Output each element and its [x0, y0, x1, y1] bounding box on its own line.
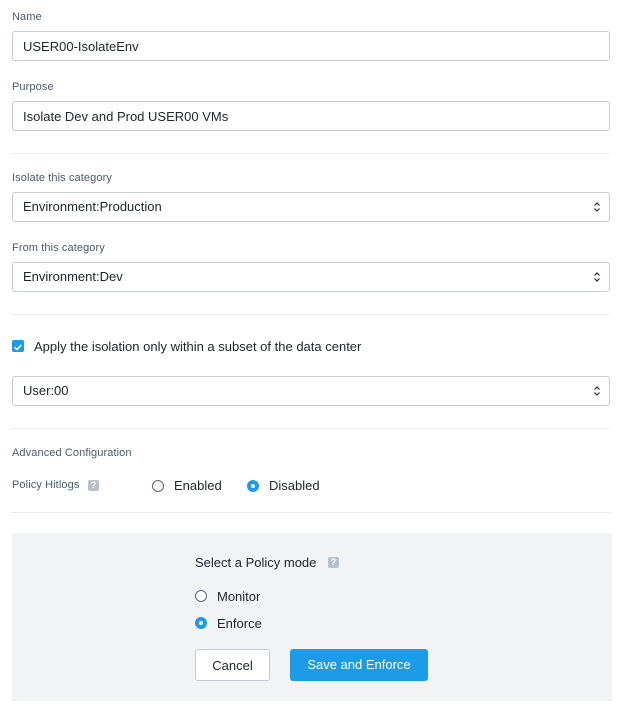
name-input[interactable] — [12, 31, 610, 61]
hitlogs-disabled-radio[interactable] — [247, 480, 259, 492]
from-category-value: Environment:Dev — [23, 269, 123, 284]
advanced-config-heading: Advanced Configuration — [12, 447, 132, 459]
name-label: Name — [12, 11, 42, 23]
updown-chevron-icon — [594, 202, 600, 212]
from-category-label: From this category — [12, 242, 105, 254]
purpose-input[interactable] — [12, 101, 610, 131]
updown-chevron-icon — [594, 272, 600, 282]
hitlogs-enabled-label: Enabled — [174, 478, 222, 493]
divider — [12, 314, 610, 315]
policy-mode-title: Select a Policy mode — [195, 555, 317, 570]
help-icon[interactable]: ? — [88, 480, 99, 491]
subset-value: User:00 — [23, 383, 69, 398]
isolate-category-label: Isolate this category — [12, 172, 112, 184]
enforce-radio[interactable] — [195, 617, 207, 629]
policy-hitlogs-label: Policy Hitlogs — [12, 479, 80, 491]
help-icon[interactable]: ? — [328, 557, 339, 568]
divider — [12, 512, 610, 513]
from-category-select[interactable]: Environment:Dev — [12, 262, 610, 292]
divider — [12, 428, 610, 429]
updown-chevron-icon — [594, 386, 600, 396]
subset-checkbox-label: Apply the isolation only within a subset… — [34, 339, 362, 354]
subset-select[interactable]: User:00 — [12, 376, 610, 406]
isolate-category-select[interactable]: Environment:Production — [12, 192, 610, 222]
cancel-button[interactable]: Cancel — [195, 649, 270, 681]
monitor-radio[interactable] — [195, 590, 207, 602]
hitlogs-enabled-radio[interactable] — [152, 480, 164, 492]
isolate-category-value: Environment:Production — [23, 199, 162, 214]
checkmark-icon — [14, 344, 22, 351]
enforce-label: Enforce — [217, 616, 262, 631]
purpose-label: Purpose — [12, 81, 54, 93]
hitlogs-disabled-label: Disabled — [269, 478, 320, 493]
save-and-enforce-button[interactable]: Save and Enforce — [290, 649, 428, 681]
subset-checkbox[interactable] — [12, 340, 24, 352]
divider — [12, 153, 610, 154]
monitor-label: Monitor — [217, 589, 261, 604]
